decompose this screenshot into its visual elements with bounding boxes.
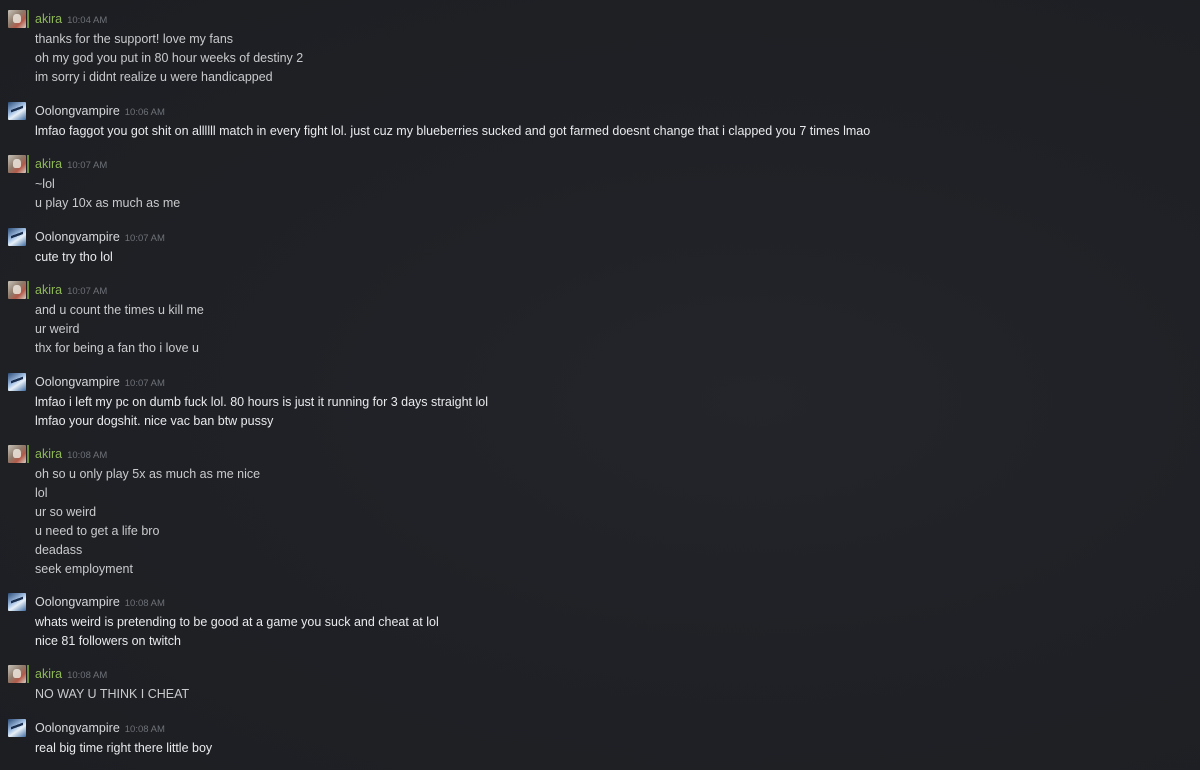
- timestamp: 10:07 AM: [67, 286, 108, 297]
- timestamp: 10:07 AM: [124, 233, 165, 244]
- message-line: u play 10x as much as me: [35, 196, 181, 210]
- online-indicator: [27, 665, 29, 683]
- message-line: thx for being a fan tho i love u: [35, 341, 199, 355]
- online-indicator: [27, 445, 29, 463]
- avatar[interactable]: [8, 155, 26, 173]
- message-line: lmfao faggot you got shit on allllll mat…: [35, 124, 871, 138]
- avatar[interactable]: [8, 593, 26, 611]
- message-line: ur so weird: [35, 505, 97, 519]
- message-line: cute try tho lol: [35, 250, 113, 264]
- avatar[interactable]: [8, 281, 26, 299]
- message-line: and u count the times u kill me: [35, 303, 204, 317]
- message-line: u need to get a life bro: [35, 524, 160, 538]
- timestamp: 10:08 AM: [67, 670, 108, 681]
- message-line: ~lol: [35, 177, 55, 191]
- message-line: seek employment: [35, 562, 133, 576]
- timestamp: 10:06 AM: [124, 107, 165, 118]
- timestamp: 10:04 AM: [67, 15, 108, 26]
- timestamp: 10:07 AM: [124, 378, 165, 389]
- author-name[interactable]: Oolongvampire: [35, 721, 120, 735]
- message-line: oh so u only play 5x as much as me nice: [35, 467, 261, 481]
- author-name[interactable]: Oolongvampire: [35, 230, 120, 244]
- author-name[interactable]: akira: [35, 157, 62, 171]
- message-line: nice 81 followers on twitch: [35, 634, 181, 648]
- chat-log: akira 10:04 AM thanks for the support! lo…: [0, 0, 1200, 770]
- message-line: deadass: [35, 543, 83, 557]
- timestamp: 10:07 AM: [67, 160, 108, 171]
- message-line: whats weird is pretending to be good at …: [35, 615, 439, 629]
- message-line: lol: [35, 486, 48, 500]
- message-line: lmfao your dogshit. nice vac ban btw pus…: [35, 414, 274, 428]
- author-name[interactable]: akira: [35, 283, 62, 297]
- avatar[interactable]: [8, 102, 26, 120]
- message-line: NO WAY U THINK I CHEAT: [35, 687, 190, 701]
- avatar[interactable]: [8, 719, 26, 737]
- author-name[interactable]: Oolongvampire: [35, 375, 120, 389]
- message-line: im sorry i didnt realize u were handicap…: [35, 70, 273, 84]
- message-line: real big time right there little boy: [35, 741, 213, 755]
- author-name[interactable]: Oolongvampire: [35, 104, 120, 118]
- online-indicator: [27, 281, 29, 299]
- avatar[interactable]: [8, 665, 26, 683]
- timestamp: 10:08 AM: [124, 598, 165, 609]
- online-indicator: [27, 155, 29, 173]
- timestamp: 10:08 AM: [67, 450, 108, 461]
- message-line: thanks for the support! love my fans: [35, 32, 234, 46]
- avatar[interactable]: [8, 10, 26, 28]
- author-name[interactable]: akira: [35, 667, 62, 681]
- avatar[interactable]: [8, 445, 26, 463]
- timestamp: 10:08 AM: [124, 724, 165, 735]
- message-line: lmfao i left my pc on dumb fuck lol. 80 …: [35, 395, 488, 409]
- message-line: oh my god you put in 80 hour weeks of de…: [35, 51, 304, 65]
- avatar[interactable]: [8, 373, 26, 391]
- author-name[interactable]: Oolongvampire: [35, 595, 120, 609]
- message-line: ur weird: [35, 322, 80, 336]
- author-name[interactable]: akira: [35, 447, 62, 461]
- avatar[interactable]: [8, 228, 26, 246]
- author-name[interactable]: akira: [35, 12, 62, 26]
- online-indicator: [27, 10, 29, 28]
